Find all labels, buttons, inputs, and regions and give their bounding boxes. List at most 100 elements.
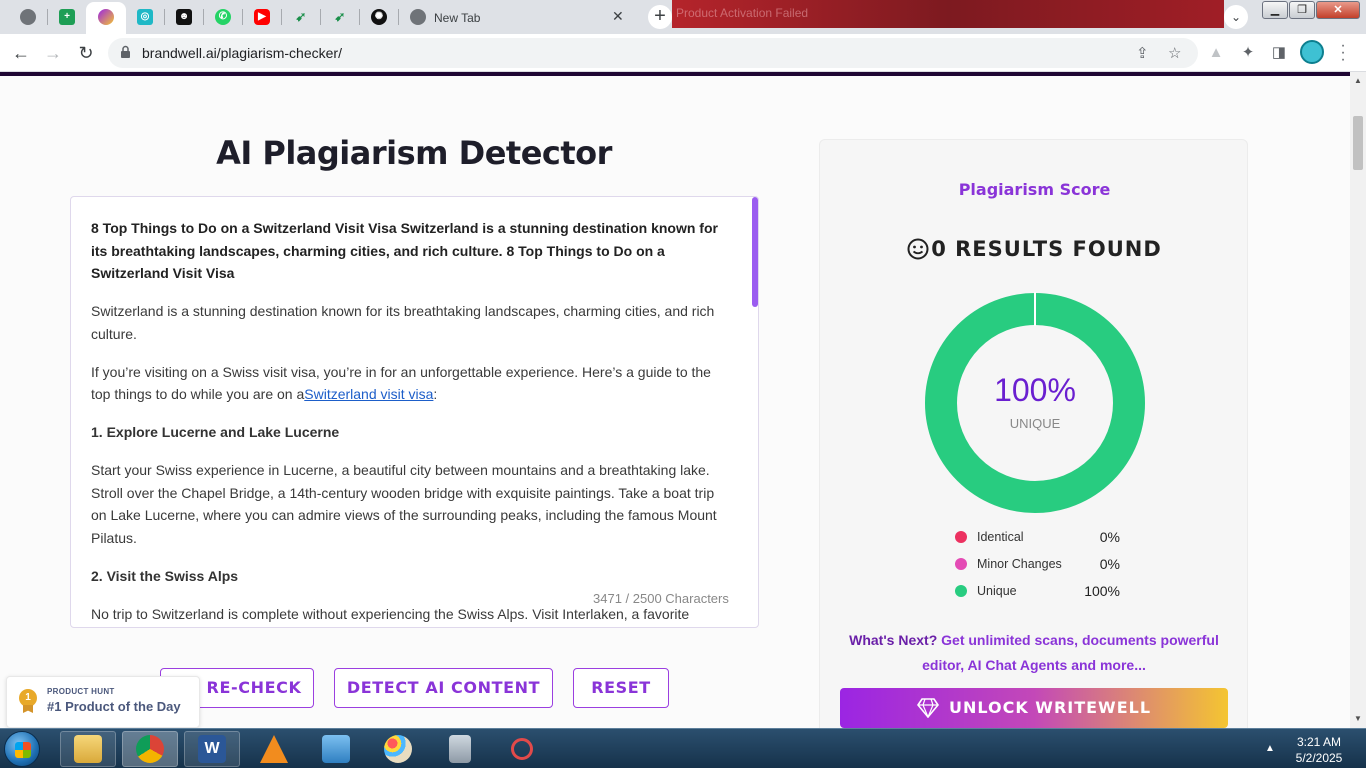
vlc-icon	[260, 735, 288, 763]
taskbar-file-explorer[interactable]	[60, 731, 116, 767]
tab-new-tab[interactable]: New Tab ✕	[400, 2, 638, 34]
plagiarism-score-panel: Plagiarism Score 0 RESULTS FOUND 100% UN…	[819, 139, 1248, 728]
product-hunt-badge[interactable]: 1 PRODUCT HUNT #1 Product of the Day	[6, 676, 200, 728]
scrollbar-thumb[interactable]	[1353, 116, 1363, 170]
taskbar-chrome[interactable]	[122, 731, 178, 767]
results-found: 0 RESULTS FOUND	[820, 237, 1249, 261]
unique-percent-label: UNIQUE	[1009, 416, 1061, 431]
unlock-writewell-button[interactable]: UNLOCK WRITEWELL	[840, 688, 1228, 728]
bookmark-star-icon[interactable]: ☆	[1168, 44, 1181, 62]
medal-icon: 1	[19, 689, 37, 707]
legend-unique: Unique 100%	[955, 582, 1120, 600]
word-icon: W	[198, 735, 226, 763]
editor-heading: 1. Explore Lucerne and Lake Lucerne	[91, 424, 340, 440]
address-bar: ← → ↻ brandwell.ai/plagiarism-checker/ ⇪…	[0, 34, 1366, 72]
unique-dot	[955, 585, 967, 597]
tab-airline-1[interactable]: ➹	[289, 5, 313, 29]
unique-percent: 100%	[994, 372, 1076, 408]
start-button[interactable]	[4, 731, 40, 767]
file-explorer-icon	[74, 735, 102, 763]
page-scrollbar[interactable]: ▲ ▼	[1350, 72, 1366, 728]
editor-paragraph: Switzerland is a stunning destination kn…	[91, 303, 715, 342]
taskbar-word[interactable]: W	[184, 731, 240, 767]
taskbar-paint[interactable]	[370, 731, 426, 767]
lock-icon	[121, 45, 130, 58]
editor-paragraph: Start your Swiss experience in Lucerne, …	[91, 462, 717, 546]
minimize-button[interactable]: ▁	[1262, 1, 1288, 19]
whatsapp-icon: ✆	[215, 9, 231, 25]
product-hunt-title: #1 Product of the Day	[47, 699, 181, 714]
plagiarism-score-label: Plagiarism Score	[958, 180, 1111, 199]
tab-youtube[interactable]: ▶	[250, 5, 274, 29]
neutral-face-icon	[907, 238, 929, 260]
maximize-button[interactable]: ❐	[1289, 1, 1315, 19]
url-field[interactable]: brandwell.ai/plagiarism-checker/ ⇪ ☆	[108, 38, 1198, 68]
tab-whatsapp[interactable]: ✆	[211, 5, 235, 29]
taskbar-vlc[interactable]	[246, 731, 302, 767]
whats-next-text: What's Next? Get unlimited scans, docume…	[849, 632, 1219, 673]
tab-close-icon[interactable]: ✕	[612, 8, 624, 25]
taskbar-control-panel[interactable]	[308, 731, 364, 767]
site-header-strip	[0, 72, 1350, 76]
close-window-button[interactable]: ✕	[1316, 1, 1360, 19]
visa-link[interactable]: Switzerland visit visa	[304, 386, 433, 402]
tab-google-sheets[interactable]: +	[55, 5, 79, 29]
airline-icon: ➹	[334, 9, 346, 24]
paint-icon	[384, 735, 412, 763]
profile-avatar[interactable]	[1300, 40, 1324, 64]
editor-paragraph: If you’re visiting on a Swiss visit visa…	[91, 363, 711, 403]
forward-button[interactable]: →	[40, 40, 66, 66]
taskbar-snipping-tool[interactable]	[494, 731, 550, 767]
page-viewport: AI Plagiarism Detector 8 Top Things to D…	[0, 72, 1350, 728]
tab-airline-2[interactable]: ➹	[328, 5, 352, 29]
page-title: AI Plagiarism Detector	[216, 134, 612, 172]
reset-button[interactable]: RESET	[573, 668, 669, 708]
identical-dot	[955, 531, 967, 543]
tab-title: New Tab	[434, 11, 481, 25]
scroll-down-icon[interactable]: ▼	[1354, 714, 1362, 723]
youtube-icon: ▶	[254, 9, 270, 25]
detect-ai-content-button[interactable]: DETECT AI CONTENT	[334, 668, 553, 708]
chrome-icon	[410, 9, 426, 25]
windows-taskbar: W ▲ 3:21 AM 5/2/2025	[0, 728, 1366, 768]
bot-icon: ☻	[176, 9, 192, 25]
google-sheets-icon: +	[59, 9, 75, 25]
tab-search-button[interactable]: ⌄	[1224, 5, 1248, 29]
tab-chrome[interactable]	[16, 5, 40, 29]
reload-button[interactable]: ↻	[73, 40, 99, 66]
product-hunt-label: PRODUCT HUNT	[47, 687, 115, 696]
extension-a-icon[interactable]: ▲	[1207, 44, 1225, 62]
chrome-gray-icon	[20, 9, 36, 25]
tab-openai[interactable]: ◎	[133, 5, 157, 29]
tab-bot[interactable]: ☻	[172, 5, 196, 29]
text-editor[interactable]: 8 Top Things to Do on a Switzerland Visi…	[70, 196, 759, 628]
legend-minor-changes: Minor Changes 0%	[955, 555, 1120, 573]
system-clock[interactable]: 3:21 AM 5/2/2025	[1284, 734, 1354, 766]
brandwell-icon	[98, 9, 114, 25]
share-icon[interactable]: ⇪	[1136, 44, 1149, 62]
side-panel-icon[interactable]: ◨	[1270, 44, 1288, 62]
editor-heading: 2. Visit the Swiss Alps	[91, 567, 239, 584]
minor-changes-dot	[955, 558, 967, 570]
taskbar-calculator[interactable]	[432, 731, 488, 767]
chrome-icon	[136, 735, 164, 763]
chevron-down-icon: ⌄	[1230, 10, 1242, 24]
legend-identical: Identical 0%	[955, 528, 1120, 546]
back-button[interactable]: ←	[8, 40, 34, 66]
extensions-puzzle-icon[interactable]: ✦	[1239, 44, 1257, 62]
browser-menu-icon[interactable]: · · ·	[1336, 38, 1350, 68]
character-count: 3471 / 2500 Characters	[593, 591, 729, 606]
tab-chatgpt[interactable]: ✺	[367, 5, 391, 29]
editor-content[interactable]: 8 Top Things to Do on a Switzerland Visi…	[91, 217, 721, 627]
scroll-up-icon[interactable]: ▲	[1354, 76, 1362, 85]
editor-lead: 8 Top Things to Do on a Switzerland Visi…	[91, 220, 718, 281]
show-hidden-icons-icon[interactable]: ▲	[1265, 743, 1275, 754]
extension-banner: Product Activation Failed	[672, 0, 1224, 28]
editor-scroll-thumb[interactable]	[752, 197, 758, 307]
diamond-icon	[916, 698, 939, 718]
url-text: brandwell.ai/plagiarism-checker/	[142, 45, 342, 61]
openai-icon: ◎	[137, 9, 153, 25]
new-tab-button[interactable]: +	[648, 5, 672, 29]
browser-tab-strip: Product Activation Failed + ◎ ☻ ✆ ▶ ➹ ➹ …	[0, 0, 1366, 34]
windows-logo-icon	[15, 742, 31, 758]
